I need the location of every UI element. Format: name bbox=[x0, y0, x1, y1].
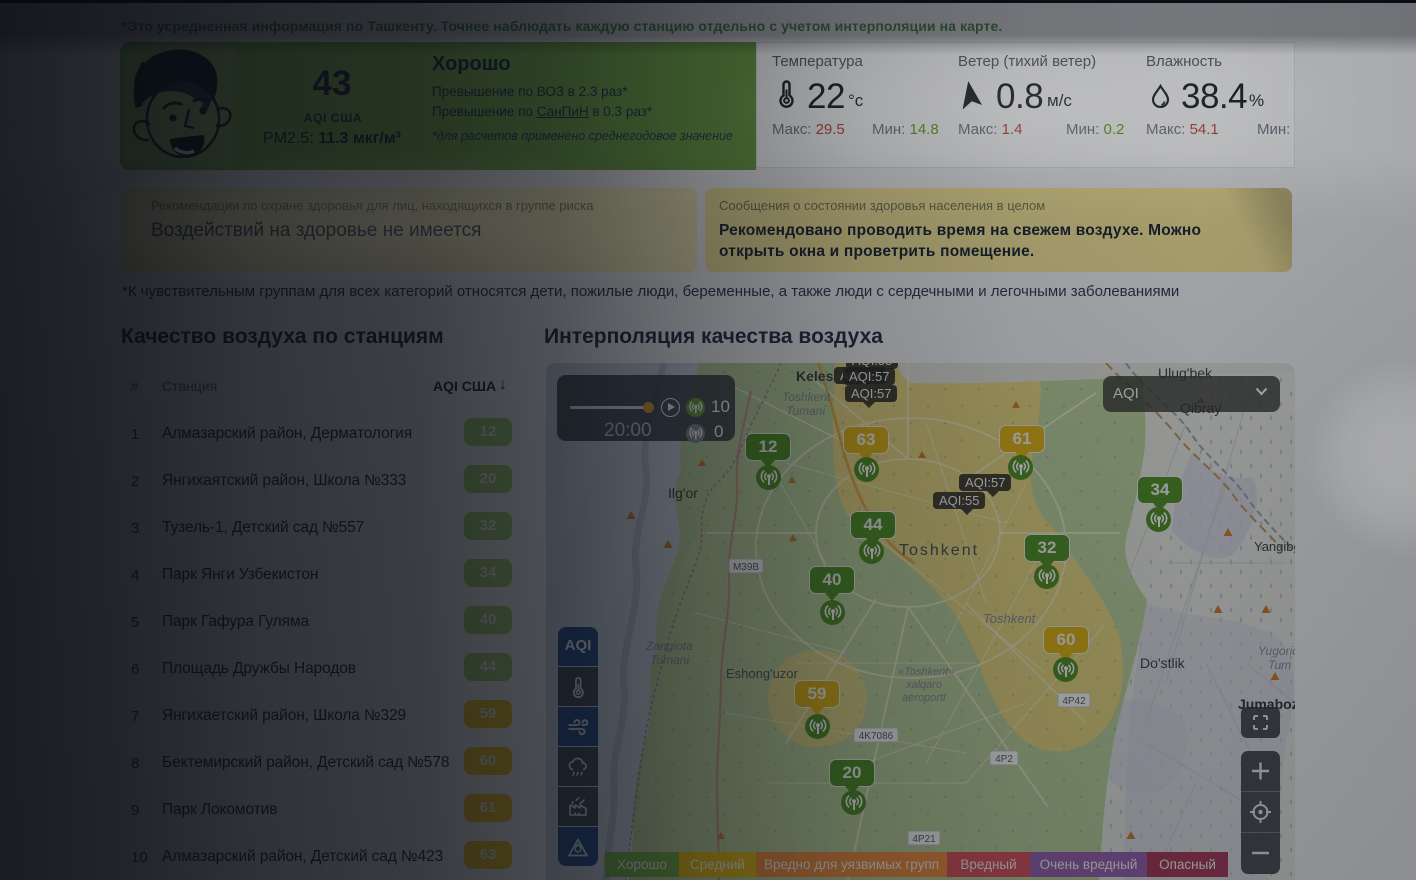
svg-text:4K7086: 4K7086 bbox=[859, 731, 894, 742]
svg-text:4P2: 4P2 bbox=[995, 754, 1013, 765]
svg-text:Yugorich: Yugorich bbox=[1258, 644, 1295, 658]
svg-text:Eshong'uzor: Eshong'uzor bbox=[726, 666, 799, 681]
svg-text:Toshkent: Toshkent bbox=[899, 542, 979, 559]
svg-text:Ilg'or: Ilg'or bbox=[668, 485, 698, 501]
svg-text:aeroporti: aeroporti bbox=[902, 692, 946, 704]
svg-text:Do'stlik: Do'stlik bbox=[1140, 655, 1186, 671]
svg-text:4P42: 4P42 bbox=[1062, 696, 1086, 707]
svg-text:Tum: Tum bbox=[1268, 658, 1291, 672]
svg-text:xalqaro: xalqaro bbox=[905, 679, 942, 691]
svg-text:M39B: M39B bbox=[733, 562, 759, 573]
svg-text:Zangiota: Zangiota bbox=[645, 639, 693, 653]
svg-text:Toshkent: Toshkent bbox=[983, 611, 1037, 626]
svg-text:«Toshkent»: «Toshkent» bbox=[898, 666, 954, 678]
svg-text:Tumani: Tumani bbox=[786, 404, 825, 418]
svg-text:4P21: 4P21 bbox=[912, 834, 936, 845]
svg-text:Tumani: Tumani bbox=[650, 653, 689, 667]
svg-text:Keles: Keles bbox=[796, 368, 834, 384]
svg-text:Yangibo: Yangibo bbox=[1254, 539, 1295, 554]
svg-text:Toshkent: Toshkent bbox=[782, 390, 831, 404]
